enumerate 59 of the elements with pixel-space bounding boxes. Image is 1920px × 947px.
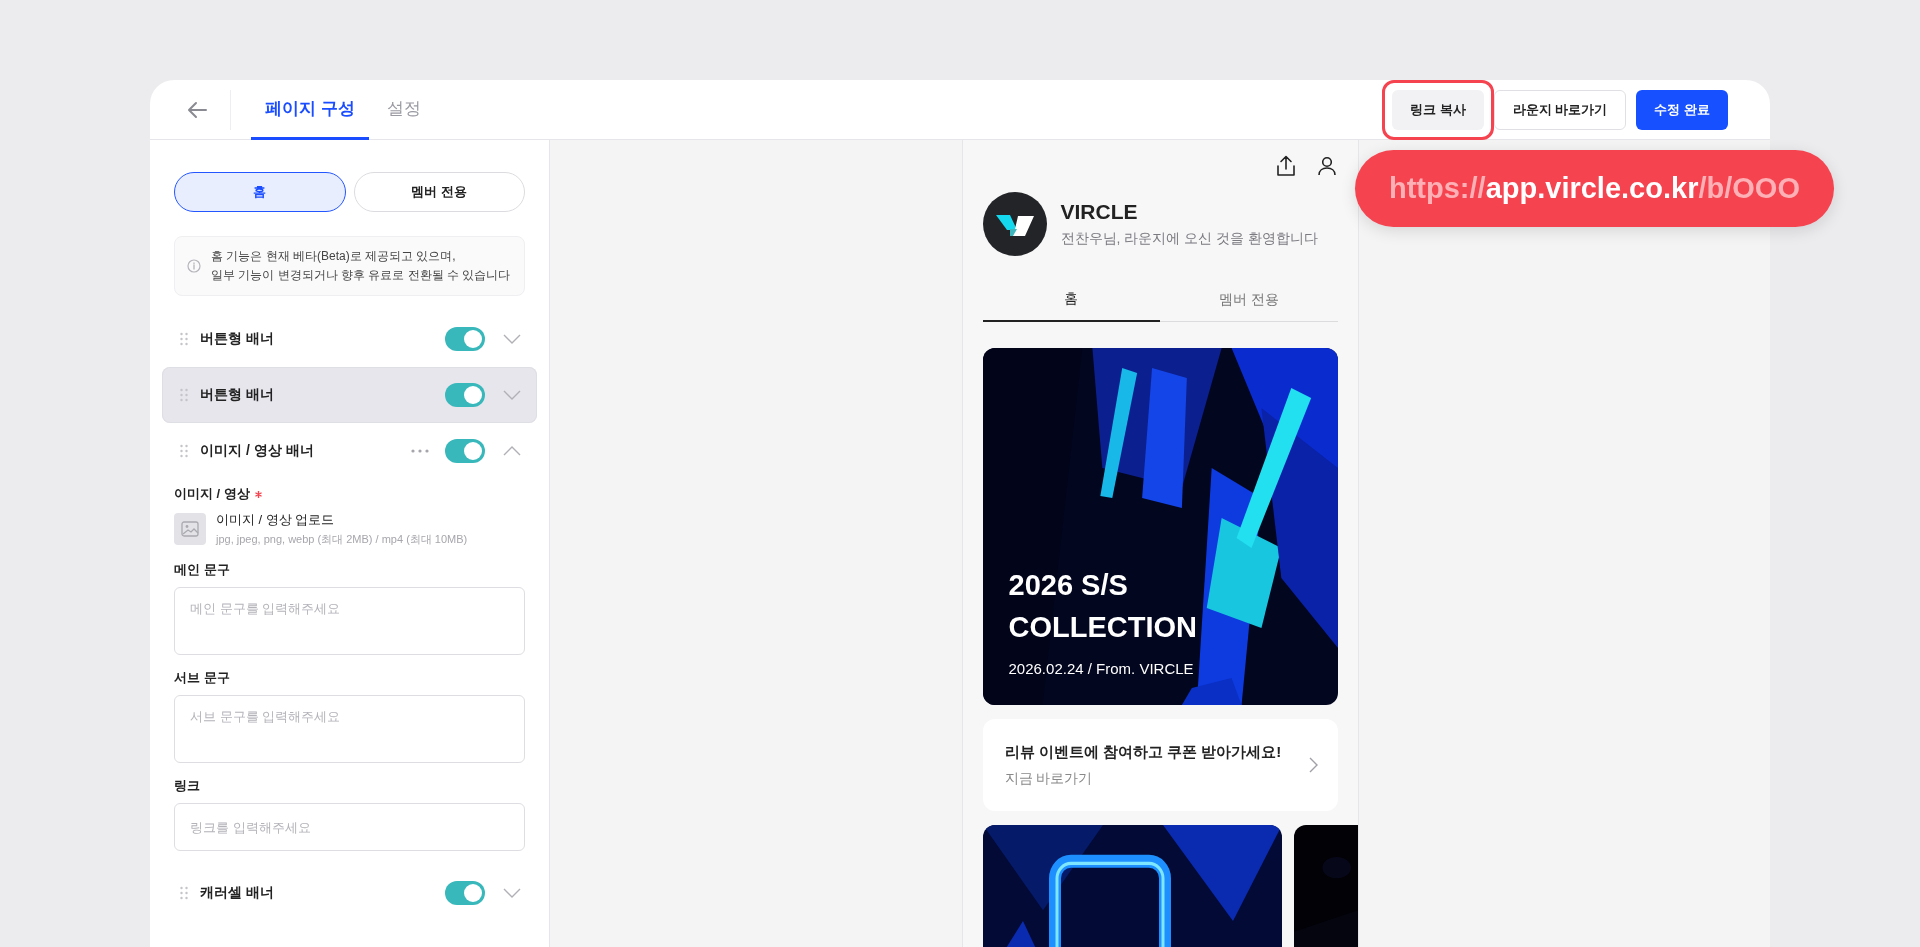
notice-text: 일부 기능이 변경되거나 향후 유료로 전환될 수 있습니다	[211, 267, 511, 284]
text-area[interactable]: 서브 문구를 입력해주세요	[174, 695, 525, 763]
header-button[interactable]: 링크 복사	[1392, 89, 1484, 130]
more-icon[interactable]	[411, 449, 429, 453]
section-title: 버튼형 배너	[200, 330, 275, 348]
header-button[interactable]: 라운지 바로가기	[1493, 89, 1627, 130]
upload-hint: jpg, jpeg, png, webp (최대 2MB) / mp4 (최대 10MB)	[216, 532, 468, 547]
upload-title: 이미지 / 영상 업로드	[216, 511, 336, 529]
preview-tab[interactable]: 홈	[982, 278, 1160, 322]
required-icon	[254, 490, 262, 498]
drag-handle-icon[interactable]	[180, 388, 188, 402]
header-button[interactable]: 수정 완료	[1636, 89, 1728, 130]
input-field[interactable]: 링크를 입력해주세요	[174, 803, 525, 851]
url-text: https://	[1389, 172, 1486, 205]
url-text: /b/OOO	[1698, 172, 1800, 205]
drag-handle-icon[interactable]	[180, 444, 188, 458]
image-upload-button[interactable]	[174, 513, 206, 545]
drag-handle-icon[interactable]	[180, 332, 188, 346]
section-title: 이미지 / 영상 배너	[200, 442, 315, 460]
link-card-title: 리뷰 이벤트에 참여하고 쿠폰 받아가세요!	[1004, 742, 1283, 762]
chevron-icon[interactable]	[503, 334, 521, 344]
share-icon[interactable]	[1275, 155, 1296, 177]
section-title: 버튼형 배너	[200, 386, 275, 404]
field-label: 서브 문구	[174, 669, 230, 687]
toggle-switch[interactable]	[445, 327, 485, 351]
chevron-right-icon	[1308, 757, 1318, 773]
drag-handle-icon[interactable]	[180, 886, 188, 900]
url-text: app.vircle.co.kr	[1485, 172, 1699, 205]
field-label: 메인 문구	[174, 561, 230, 579]
notice-text: 홈 기능은 현재 베타(Beta)로 제공되고 있으며,	[211, 248, 457, 265]
text-area[interactable]: 메인 문구를 입력해주세요	[174, 587, 525, 655]
link-card-subtitle: 지금 바로가기	[1004, 769, 1094, 788]
toggle-switch[interactable]	[445, 439, 485, 463]
chevron-icon[interactable]	[503, 888, 521, 898]
banner-title: COLLECTION	[1008, 610, 1197, 645]
chevron-icon[interactable]	[503, 390, 521, 400]
section-row[interactable]: 버튼형 배너	[162, 367, 537, 423]
image-icon	[181, 521, 199, 537]
brand-name: VIRCLE	[1060, 200, 1139, 224]
banner-subtitle: 2026.02.24 / From. VIRCLE	[1008, 660, 1195, 677]
section-row[interactable]: 캐러셀 배너	[162, 865, 537, 921]
link-card[interactable]: 리뷰 이벤트에 참여하고 쿠폰 받아가세요! 지금 바로가기	[982, 719, 1338, 811]
banner-title: 2026 S/S	[1008, 568, 1129, 603]
chevron-icon[interactable]	[503, 446, 521, 456]
section-row[interactable]: 이미지 / 영상 배너	[162, 423, 537, 479]
segment-button[interactable]: 홈	[174, 172, 346, 212]
section-row[interactable]: 버튼형 배너	[162, 311, 537, 367]
segment-button[interactable]: 멤버 전용	[353, 172, 525, 212]
user-icon[interactable]	[1317, 156, 1336, 176]
info-icon	[187, 259, 201, 273]
toggle-switch[interactable]	[445, 383, 485, 407]
toggle-switch[interactable]	[445, 881, 485, 905]
greeting-text: 전찬우님, 라운지에 오신 것을 환영합니다	[1060, 230, 1318, 248]
section-title: 캐러셀 배너	[200, 884, 275, 902]
page-tab[interactable]: 페이지 구성	[251, 80, 369, 140]
brand-logo-icon	[982, 192, 1047, 256]
preview-tab[interactable]: 멤버 전용	[1160, 278, 1338, 322]
field-label: 이미지 / 영상	[174, 485, 250, 503]
field-label: 링크	[174, 777, 200, 795]
